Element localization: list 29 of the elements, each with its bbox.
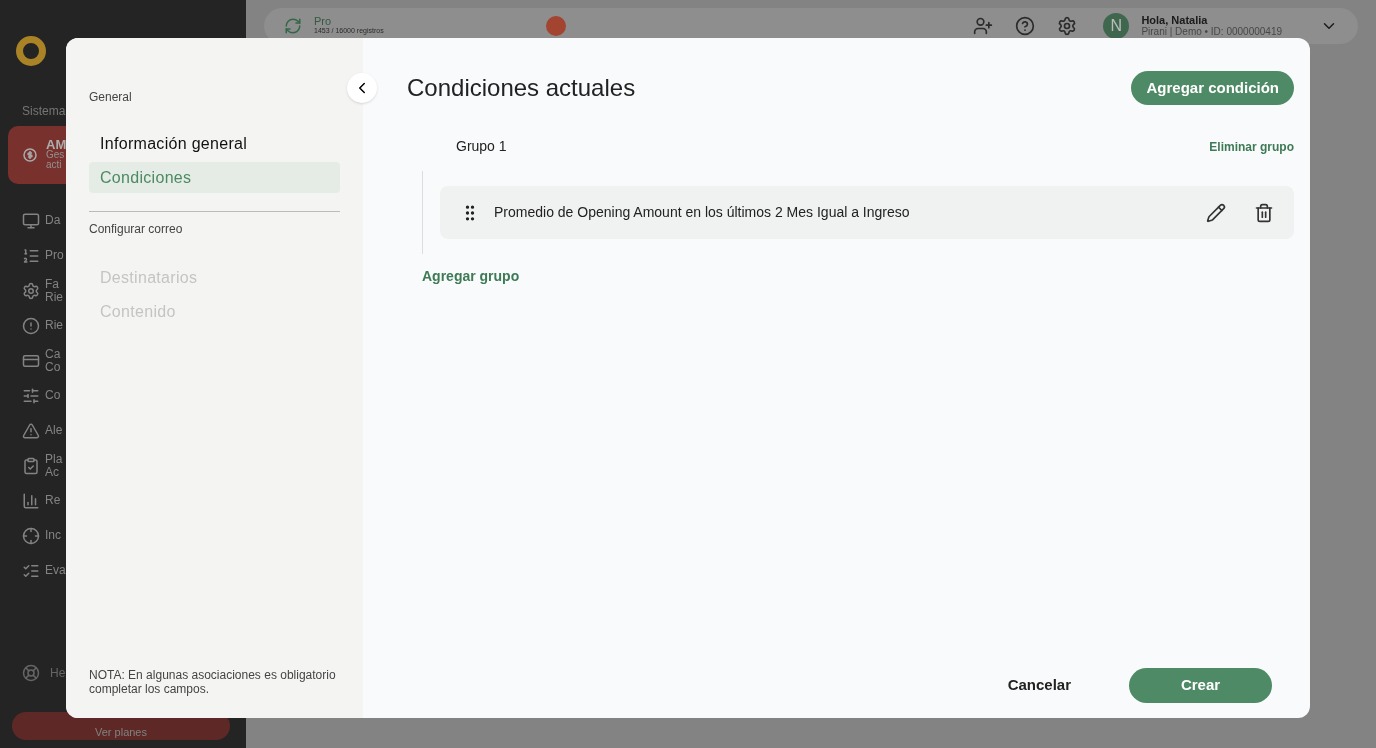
avatar: N [1103, 13, 1130, 39]
user-greeting: Hola, Natalia [1141, 15, 1209, 26]
condition-text: Promedio de Opening Amount en los últimos 2 Mes Igual a Ingreso [494, 203, 911, 222]
sidebar-label: Fa [45, 277, 60, 291]
sidebar-label: Ca [45, 347, 61, 361]
account-info: Pirani | Demo • ID: 0000000419 [1141, 26, 1282, 37]
section-label: Sistema [22, 103, 67, 120]
sidebar-label: Pro [45, 249, 64, 262]
dialog-title: Condiciones actuales [407, 73, 636, 103]
sidebar-label: Re [45, 494, 61, 507]
sidebar-label: Co [45, 389, 61, 402]
help-label: He [50, 665, 66, 682]
module-subtitle: acti [46, 160, 63, 170]
sidebar-label: Ac [45, 465, 60, 479]
sidebar-label: Rie [45, 290, 63, 304]
nav-section-label: Configurar correo [89, 221, 184, 238]
sidebar-label: Inc [45, 529, 61, 542]
sidebar-label: Rie [45, 319, 63, 332]
sidebar-label: Pla [45, 452, 63, 466]
plan-name: Pro [314, 16, 333, 26]
nav-section-label: General [89, 89, 133, 106]
note-text: NOTA: En algunas asociaciones es obligatorio completar los campos. [89, 668, 337, 696]
sidebar-label: Ale [45, 424, 63, 437]
module-title: AM [46, 140, 67, 150]
sidebar-label: Da [45, 214, 61, 227]
sidebar-label: Co [45, 360, 61, 374]
module-subtitle: Ges [46, 150, 65, 160]
sidebar-label: Eva [45, 564, 66, 577]
group-title: Grupo 1 [456, 137, 507, 156]
